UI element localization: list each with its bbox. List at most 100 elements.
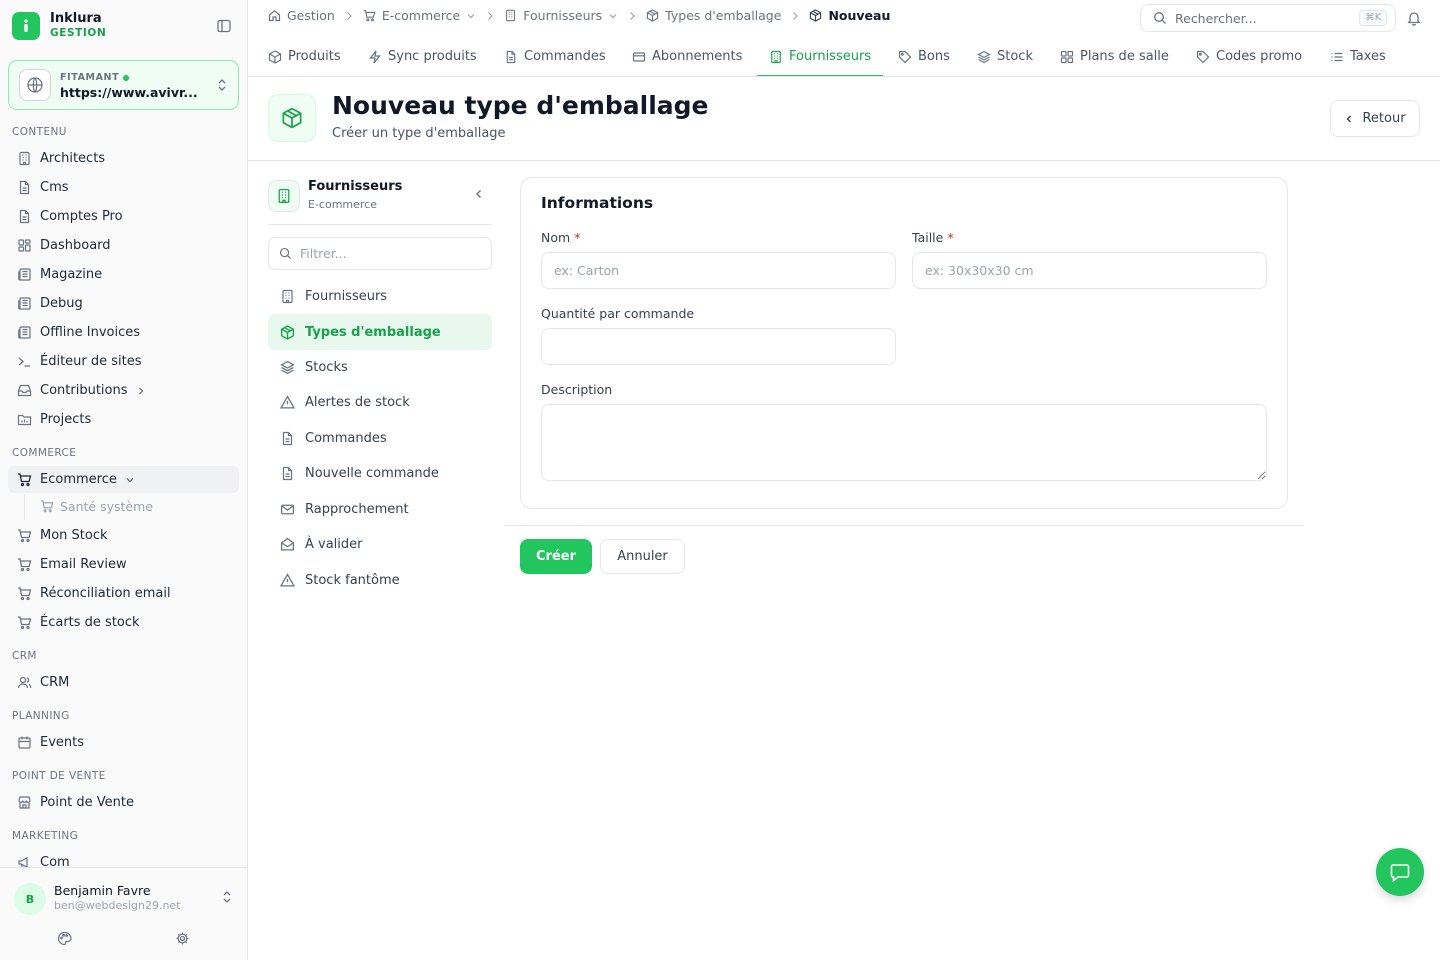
subnav-filter-input[interactable]: Filtrer...	[268, 237, 492, 270]
sidebar-item-label: CRM	[40, 675, 70, 690]
tab-plans-de-salle[interactable]: Plans de salle	[1060, 36, 1169, 76]
tab-codes-promo[interactable]: Codes promo	[1196, 36, 1302, 76]
brand[interactable]: Inklura GESTION	[12, 10, 236, 42]
sidebar-item-reconciliation-email[interactable]: Réconciliation email	[8, 580, 239, 607]
sidebar-item-label: Email Review	[40, 557, 127, 572]
subnav-item-a-valider[interactable]: À valider	[268, 526, 492, 562]
tab-fournisseurs[interactable]: Fournisseurs	[756, 36, 884, 76]
global-search[interactable]: Rechercher... ⌘K	[1140, 4, 1396, 32]
breadcrumb-item-gestion[interactable]: Gestion	[268, 8, 335, 23]
sidebar-item-ecarts-de-stock[interactable]: Écarts de stock	[8, 609, 239, 636]
user-name: Benjamin Favre	[54, 883, 151, 898]
subnav-item-rapprochement[interactable]: Rapprochement	[268, 491, 492, 527]
quantity-field[interactable]	[541, 328, 896, 365]
users-icon	[16, 675, 32, 691]
gear-icon[interactable]	[175, 931, 190, 946]
file-icon	[280, 431, 295, 446]
sidebar-item-comptes-pro[interactable]: Comptes Pro	[8, 203, 239, 230]
subnav-item-alertes-de-stock[interactable]: Alertes de stock	[268, 384, 492, 420]
tab-produits[interactable]: Produits	[268, 36, 341, 76]
subnav-item-stock-fantome[interactable]: Stock fantôme	[268, 562, 492, 598]
cart-icon	[363, 9, 376, 22]
credit-card-icon	[632, 50, 646, 64]
name-label: Nom *	[541, 230, 581, 245]
sidebar-item-label: Santé système	[60, 498, 153, 514]
cart-icon	[40, 499, 54, 513]
sidebar-item-label: Éditeur de sites	[40, 354, 142, 369]
tab-stock[interactable]: Stock	[977, 36, 1033, 76]
user-menu[interactable]: B Benjamin Favre ben@webdesign29.net	[0, 867, 247, 960]
chat-button[interactable]	[1376, 848, 1424, 896]
sidebar-item-offline-invoices[interactable]: Offline Invoices	[8, 319, 239, 346]
home-icon	[268, 9, 281, 22]
bell-icon[interactable]	[1406, 10, 1422, 26]
subnav-item-commandes[interactable]: Commandes	[268, 420, 492, 456]
tab-taxes[interactable]: Taxes	[1330, 36, 1386, 76]
sidebar-item-events[interactable]: Events	[8, 729, 239, 756]
name-field[interactable]	[541, 252, 896, 289]
search-placeholder: Rechercher...	[1175, 10, 1257, 26]
sidebar-item-magazine[interactable]: Magazine	[8, 261, 239, 288]
breadcrumb-item-fournisseurs[interactable]: Fournisseurs	[504, 8, 618, 23]
tab-sync-produits[interactable]: Sync produits	[368, 36, 477, 76]
chevron-right-icon	[345, 11, 353, 21]
chevron-left-icon[interactable]	[474, 188, 484, 200]
breadcrumb-item-types-emballage[interactable]: Types d'emballage	[646, 8, 781, 23]
breadcrumb-item-nouveau: Nouveau	[809, 8, 890, 23]
sidebar-item-dashboard[interactable]: Dashboard	[8, 232, 239, 259]
site-switcher[interactable]: FITAMANT https://www.avivr...	[8, 60, 239, 110]
subnav-item-fournisseurs[interactable]: Fournisseurs	[268, 278, 492, 314]
lightning-icon	[368, 50, 382, 64]
sidebar-item-label: Magazine	[40, 267, 103, 282]
package-icon	[646, 9, 659, 22]
sidebar-item-cms[interactable]: Cms	[8, 174, 239, 201]
breadcrumb-item-ecommerce[interactable]: E-commerce	[363, 8, 476, 23]
palette-icon[interactable]	[57, 931, 72, 946]
chevron-right-icon	[628, 11, 636, 21]
sidebar-item-label: Écarts de stock	[40, 615, 140, 630]
sidebar-item-contributions[interactable]: Contributions	[8, 377, 239, 404]
package-icon	[280, 324, 295, 340]
cancel-button[interactable]: Annuler	[600, 539, 685, 574]
tag-icon	[898, 50, 912, 64]
section-label-commerce: COMMERCE	[12, 447, 77, 459]
description-field[interactable]	[541, 404, 1267, 481]
sidebar-item-debug[interactable]: Debug	[8, 290, 239, 317]
sidebar-item-ecommerce[interactable]: Ecommerce	[8, 466, 239, 493]
sidebar-item-label: Debug	[40, 296, 83, 311]
grid-icon	[1060, 50, 1074, 64]
sidebar-item-mon-stock[interactable]: Mon Stock	[8, 522, 239, 549]
sidebar-item-label: Cms	[40, 180, 69, 195]
search-icon	[1153, 11, 1167, 25]
newspaper-icon	[16, 267, 32, 283]
file-icon	[16, 180, 32, 196]
chevron-left-icon	[1344, 114, 1354, 124]
sidebar-item-crm[interactable]: CRM	[8, 669, 239, 696]
size-field[interactable]	[912, 252, 1267, 289]
subnav-item-types-emballage[interactable]: Types d'emballage	[268, 314, 492, 350]
sidebar-item-label: Point de Vente	[40, 795, 135, 810]
sidebar-item-projects[interactable]: Projects	[8, 406, 239, 433]
create-button[interactable]: Créer	[520, 539, 592, 574]
sidebar-item-architects[interactable]: Architects	[8, 145, 239, 172]
sidebar-item-editeur-de-sites[interactable]: Éditeur de sites	[8, 348, 239, 375]
tab-bons[interactable]: Bons	[898, 36, 950, 76]
sidebar-item-point-de-vente[interactable]: Point de Vente	[8, 789, 239, 816]
section-title: Informations	[541, 194, 654, 212]
quantity-label: Quantité par commande	[541, 306, 695, 321]
tab-commandes[interactable]: Commandes	[504, 36, 606, 76]
back-button[interactable]: Retour	[1330, 100, 1420, 137]
sidebar-subitem-sante-systeme[interactable]: Santé système	[40, 495, 153, 517]
building-icon	[280, 289, 295, 304]
subnav-item-stocks[interactable]: Stocks	[268, 349, 492, 385]
newspaper-icon	[16, 296, 32, 312]
tab-abonnements[interactable]: Abonnements	[632, 36, 742, 76]
subnav-item-nouvelle-commande[interactable]: Nouvelle commande	[268, 455, 492, 491]
chevron-up-down-icon	[221, 890, 233, 904]
building-icon	[16, 151, 32, 167]
sidebar-toggle-icon[interactable]	[216, 18, 232, 34]
sidebar-item-email-review[interactable]: Email Review	[8, 551, 239, 578]
folder-icon	[16, 412, 32, 428]
sidebar-item-label: Offline Invoices	[40, 325, 141, 340]
building-icon	[769, 50, 783, 64]
